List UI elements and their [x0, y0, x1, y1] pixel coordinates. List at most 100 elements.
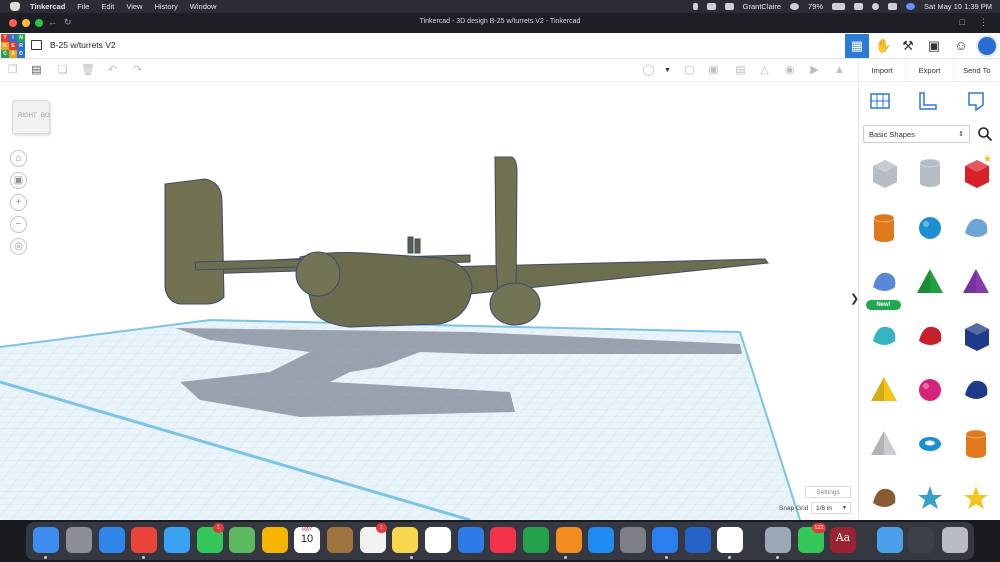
viewcube-face-right[interactable]: RIGHT [18, 113, 37, 119]
shape-torus[interactable] [911, 425, 949, 463]
snap-grid-select[interactable]: 1/8 in ▼ [811, 502, 851, 514]
send-to-button[interactable]: Send To [952, 59, 1000, 81]
music-icon[interactable] [490, 527, 516, 553]
group-icon[interactable]: ▢ [683, 64, 696, 77]
shape-shape-generator[interactable] [865, 263, 903, 301]
maps-icon[interactable] [229, 527, 255, 553]
workplane-grid-icon[interactable] [869, 90, 891, 112]
menu-history[interactable]: History [154, 2, 177, 11]
align-icon[interactable]: ▤ [734, 64, 747, 77]
viewcube-face-back[interactable]: BO [41, 113, 50, 119]
pages-icon[interactable] [556, 527, 582, 553]
screen-sharing-icon[interactable] [908, 527, 934, 553]
shape-star[interactable] [911, 479, 949, 517]
spotlight-search-icon[interactable] [872, 3, 880, 10]
sim-lab-icon[interactable]: ⚒ [900, 38, 916, 54]
preview-icon[interactable] [765, 527, 791, 553]
downloads-folder-icon[interactable] [877, 527, 903, 553]
ruler-icon[interactable]: ▶ [808, 64, 821, 77]
shape-sphere[interactable] [911, 209, 949, 247]
workplane-scene[interactable] [0, 82, 858, 520]
shape-tube[interactable] [957, 425, 995, 463]
paste-icon[interactable]: ▤ [30, 64, 43, 77]
zoom-in-icon[interactable]: + [10, 194, 27, 211]
search-icon[interactable] [977, 126, 993, 142]
app-store-icon[interactable] [588, 527, 614, 553]
undo-icon[interactable]: ↶ [106, 64, 119, 77]
finder-icon[interactable] [33, 527, 59, 553]
chrome-icon[interactable] [131, 527, 157, 553]
shape-rock[interactable] [865, 479, 903, 517]
redo-icon[interactable]: ↷ [131, 64, 144, 77]
freeform-icon[interactable] [425, 527, 451, 553]
shape-pyramid[interactable] [865, 371, 903, 409]
shape-box-hole[interactable] [865, 154, 903, 192]
add-user-icon[interactable]: ☺ [953, 38, 969, 54]
shape-library-select[interactable]: Basic Shapes ⇕ [863, 125, 970, 143]
menu-window[interactable]: Window [190, 2, 217, 11]
design-list-icon[interactable] [31, 40, 42, 50]
mail-icon[interactable] [164, 527, 190, 553]
shape-half-sphere[interactable] [911, 371, 949, 409]
mirror-icon[interactable]: △ [758, 64, 771, 77]
shape-roof[interactable] [911, 263, 949, 301]
workplane-viewport[interactable]: RIGHT BO ⌂ ▣ + − ◎ Settings Snap Grid 1/… [0, 82, 858, 520]
control-center-icon[interactable] [888, 3, 898, 10]
launchpad-icon[interactable] [66, 527, 92, 553]
safari-icon[interactable] [99, 527, 125, 553]
zoom-out-icon[interactable]: − [10, 216, 27, 233]
3d-design-view-button[interactable]: ▦ [845, 34, 869, 58]
design-title[interactable]: B-25 w/turrets V2 [50, 40, 116, 50]
photos-icon[interactable] [262, 527, 288, 553]
airplay-icon[interactable] [790, 3, 800, 10]
orthographic-view-icon[interactable]: ◎ [10, 238, 27, 255]
notes-icon[interactable] [392, 527, 418, 553]
apple-icon[interactable] [10, 2, 20, 11]
tinkercad-dock-icon[interactable] [717, 527, 743, 553]
export-button[interactable]: Export [905, 59, 952, 81]
notes-icon[interactable]: ▲ [833, 64, 846, 77]
numbers-icon[interactable] [523, 527, 549, 553]
shape-cone[interactable] [957, 263, 995, 301]
battery-icon[interactable] [832, 3, 846, 10]
delete-icon[interactable]: 🗑 [81, 64, 95, 77]
keynote-icon[interactable] [458, 527, 484, 553]
collapse-panel-chevron-icon[interactable]: ❯ [850, 292, 858, 305]
blocks-mode-icon[interactable]: ✋ [875, 38, 891, 54]
tinkercad-logo[interactable]: T I N K E R C A D [1, 34, 25, 58]
view-cube[interactable]: RIGHT BO [12, 100, 50, 134]
b25-bomber-model[interactable] [164, 156, 769, 328]
ungroup-icon[interactable]: ▣ [707, 64, 720, 77]
siri-icon[interactable] [906, 3, 916, 10]
shape-star-yellow[interactable] [957, 479, 995, 517]
trash-icon[interactable] [942, 527, 968, 553]
light-bulb-icon[interactable]: ◯ [642, 64, 655, 77]
avatar[interactable] [976, 35, 998, 57]
menu-app-name[interactable]: Tinkercad [30, 2, 65, 11]
import-button[interactable]: Import [858, 59, 905, 81]
contacts-icon[interactable] [327, 527, 353, 553]
more-menu-icon[interactable]: ⋮ [979, 17, 988, 28]
wifi-icon[interactable] [854, 3, 864, 10]
ruler-tool-icon[interactable] [917, 90, 939, 112]
blender-3d-icon[interactable] [685, 527, 711, 553]
shape-scribble[interactable] [957, 209, 995, 247]
shape-round-roof[interactable] [865, 317, 903, 355]
menu-view[interactable]: View [126, 2, 142, 11]
dropdown-caret-icon[interactable]: ▼ [661, 64, 674, 77]
display-icon[interactable] [724, 3, 734, 10]
copy-icon[interactable]: ❐ [6, 64, 19, 77]
settings-button[interactable]: Settings [805, 486, 851, 498]
extensions-icon[interactable]: □ [960, 17, 965, 28]
shape-wedge[interactable] [957, 317, 995, 355]
fit-view-icon[interactable]: ▣ [10, 172, 27, 189]
shape-paraboloid[interactable] [865, 425, 903, 463]
duplicate-icon[interactable]: ❏ [56, 64, 69, 77]
menu-edit[interactable]: Edit [101, 2, 114, 11]
home-view-icon[interactable]: ⌂ [10, 150, 27, 167]
shape-text[interactable] [911, 317, 949, 355]
cruise-icon[interactable]: ◉ [783, 64, 796, 77]
volume-icon[interactable] [706, 3, 716, 10]
bricks-icon[interactable]: ▣ [926, 38, 942, 54]
menu-clock[interactable]: Sat May 10 1:39 PM [924, 2, 992, 11]
